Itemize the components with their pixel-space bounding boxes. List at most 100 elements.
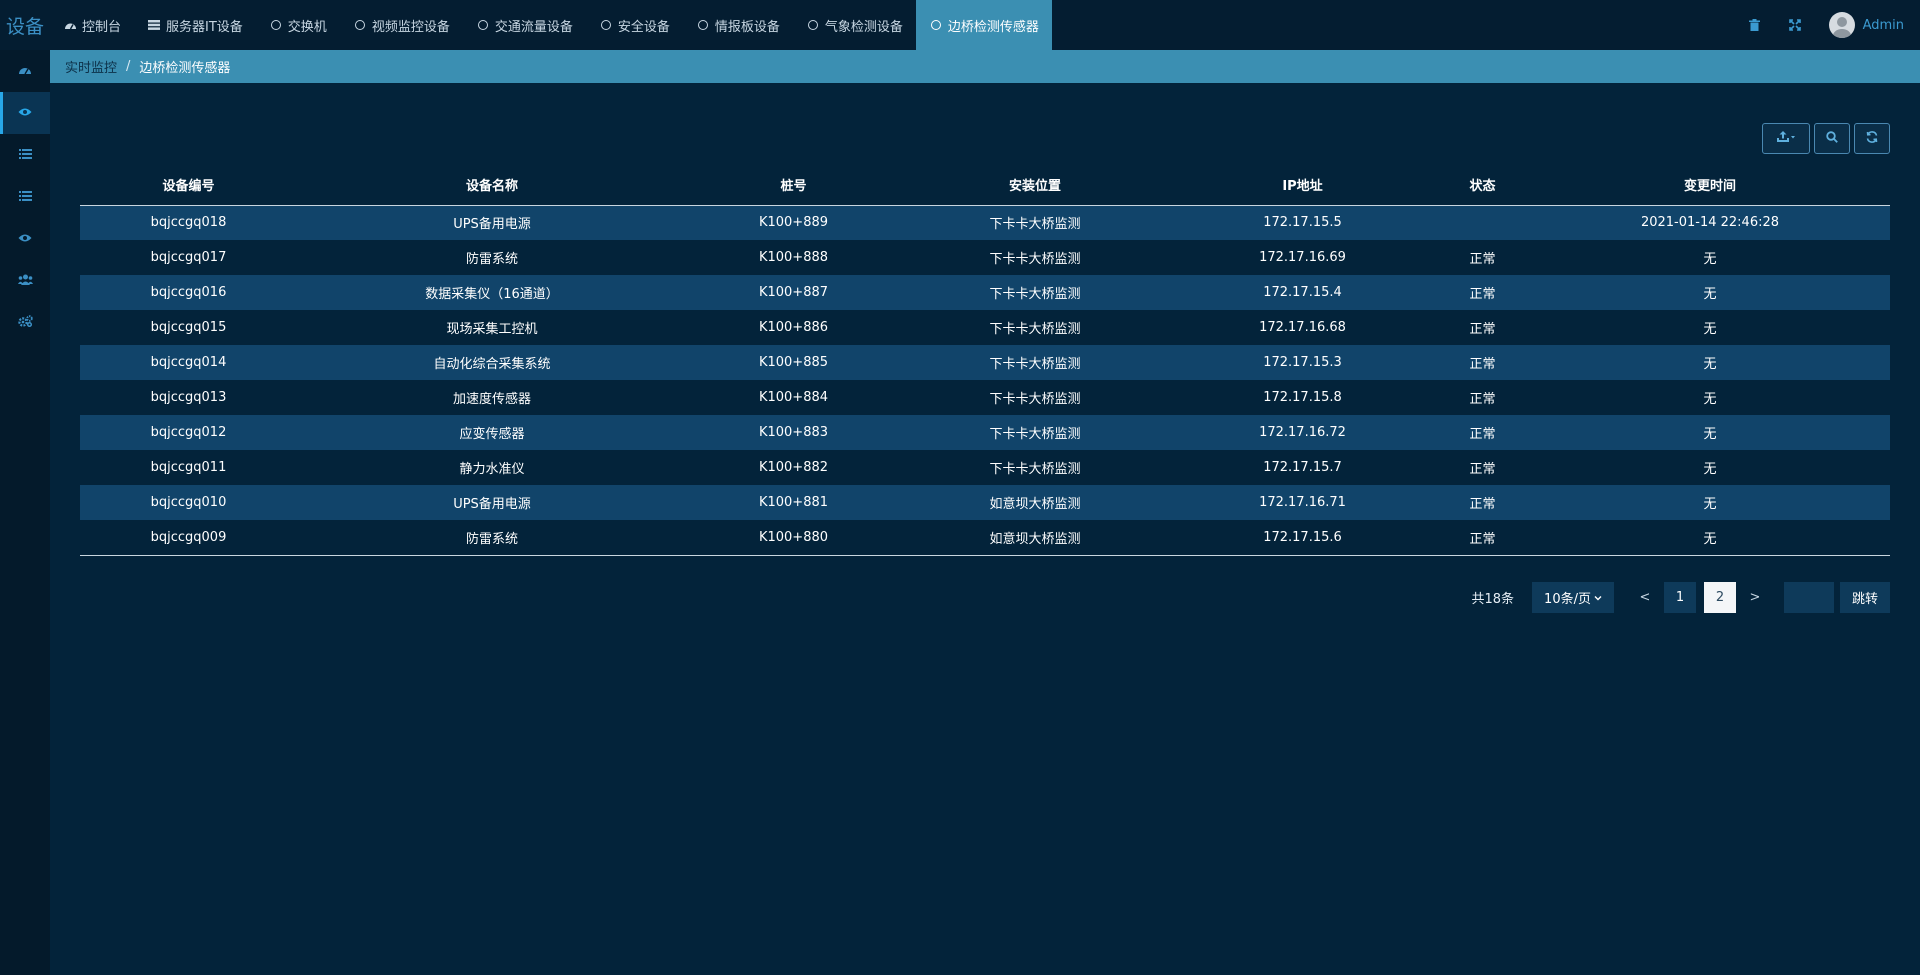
refresh-icon — [1866, 130, 1878, 147]
tab-traffic-flow[interactable]: 交通流量设备 — [463, 0, 586, 50]
tab-security[interactable]: 安全设备 — [586, 0, 683, 50]
cell-status — [1435, 205, 1530, 240]
cell-stake-no: K100+880 — [687, 520, 900, 556]
column-header[interactable]: 状态 — [1435, 165, 1530, 206]
tab-label: 控制台 — [82, 19, 122, 35]
fullscreen-icon[interactable] — [1775, 19, 1815, 31]
column-header[interactable]: 安装位置 — [900, 165, 1170, 206]
cell-change-time: 2021-01-14 22:46:28 — [1640, 215, 1780, 231]
top-right-actions: Admin — [1735, 0, 1920, 50]
sidebar-item-view[interactable] — [0, 218, 50, 260]
tab-label: 视频监控设备 — [371, 19, 450, 35]
tab-bridge-sensor[interactable]: 边桥检测传感器 — [915, 0, 1052, 50]
column-header[interactable]: 设备名称 — [297, 165, 687, 206]
table-row[interactable]: bqjccgq011 静力水准仪 K100+882 下卡卡大桥监测 172.17… — [80, 450, 1890, 485]
sidebar-item-dashboard[interactable] — [0, 50, 50, 92]
jump-button[interactable]: 跳转 — [1839, 582, 1890, 613]
jump-page-input[interactable] — [1783, 582, 1834, 613]
cell-location: 下卡卡大桥监测 — [989, 252, 1081, 267]
cell-device-id: bqjccgq014 — [150, 355, 227, 370]
cell-change-time: 无 — [1703, 427, 1717, 442]
cell-stake-no: K100+887 — [758, 285, 829, 300]
page-size-value: 10条/页 — [1544, 592, 1591, 607]
page-button-2[interactable]: 2 — [1703, 582, 1736, 613]
sidebar-item-realtime-monitor[interactable] — [0, 92, 50, 134]
table-row[interactable]: bqjccgq017 防雷系统 K100+888 下卡卡大桥监测 172.17.… — [80, 240, 1890, 275]
eye-icon — [18, 232, 32, 247]
table-row[interactable]: bqjccgq012 应变传感器 K100+883 下卡卡大桥监测 172.17… — [80, 415, 1890, 450]
table-row[interactable]: bqjccgq015 现场采集工控机 K100+886 下卡卡大桥监测 172.… — [80, 310, 1890, 345]
cell-device-name: UPS备用电源 — [453, 497, 531, 512]
circle-icon — [696, 18, 710, 32]
table-toolbar — [1758, 123, 1890, 154]
cell-status: 正常 — [1435, 520, 1530, 556]
breadcrumb-root[interactable]: 实时监控 — [65, 57, 117, 76]
export-button[interactable] — [1762, 123, 1810, 154]
table-row[interactable]: bqjccgq014 自动化综合采集系统 K100+885 下卡卡大桥监测 17… — [80, 345, 1890, 380]
next-page-button[interactable]: > — [1740, 590, 1770, 605]
table-row[interactable]: bqjccgq018 UPS备用电源 K100+889 下卡卡大桥监测 172.… — [80, 205, 1890, 240]
cell-device-id: bqjccgq009 — [80, 520, 297, 556]
cell-location: 下卡卡大桥监测 — [989, 287, 1081, 302]
column-header[interactable]: 设备编号 — [80, 165, 297, 206]
tab-info-board[interactable]: 情报板设备 — [683, 0, 793, 50]
cell-stake-no: K100+885 — [758, 355, 829, 370]
cell-change-time: 无 — [1530, 520, 1890, 556]
cell-status: 正常 — [1469, 357, 1496, 372]
list-icon — [18, 148, 32, 163]
tab-label: 情报板设备 — [714, 19, 780, 35]
username[interactable]: Admin — [1863, 18, 1904, 33]
cell-device-name: 防雷系统 — [465, 252, 518, 267]
column-header[interactable]: 桩号 — [687, 165, 900, 206]
tab-weather[interactable]: 气象检测设备 — [793, 0, 916, 50]
cell-device-id: bqjccgq013 — [150, 390, 227, 405]
cell-device-id: bqjccgq015 — [150, 320, 227, 335]
table-row[interactable]: bqjccgq010 UPS备用电源 K100+881 如意坝大桥监测 172.… — [80, 485, 1890, 520]
sidebar-item-settings[interactable] — [0, 302, 50, 344]
cell-stake-no: K100+883 — [758, 425, 829, 440]
refresh-button[interactable] — [1854, 123, 1890, 154]
cell-device-name: 加速度传感器 — [452, 392, 531, 407]
page-size-select[interactable]: 10条/页 — [1532, 582, 1614, 613]
prev-page-button[interactable]: < — [1630, 590, 1660, 605]
column-header[interactable]: IP地址 — [1170, 165, 1435, 206]
tab-switch[interactable]: 交换机 — [256, 0, 340, 50]
cell-status: 正常 — [1469, 252, 1496, 267]
cell-status: 正常 — [1469, 392, 1496, 407]
avatar[interactable] — [1828, 12, 1855, 38]
search-button[interactable] — [1814, 123, 1850, 154]
cell-ip: 172.17.15.4 — [1263, 285, 1342, 300]
cell-stake-no: K100+889 — [758, 215, 829, 231]
page-button-1[interactable]: 1 — [1663, 582, 1696, 613]
tab-dashboard[interactable]: 控制台 — [50, 0, 134, 50]
circle-icon — [269, 18, 283, 32]
cell-device-name: 防雷系统 — [297, 520, 687, 556]
sidebar — [0, 50, 50, 975]
circle-icon — [806, 18, 820, 32]
table-row[interactable]: bqjccgq009 防雷系统 K100+880 如意坝大桥监测 172.17.… — [80, 520, 1890, 556]
sidebar-item-list-2[interactable] — [0, 176, 50, 218]
cell-stake-no: K100+886 — [758, 320, 829, 335]
column-header[interactable]: 变更时间 — [1530, 165, 1890, 206]
table-row[interactable]: bqjccgq013 加速度传感器 K100+884 下卡卡大桥监测 172.1… — [80, 380, 1890, 415]
tab-video-monitoring[interactable]: 视频监控设备 — [340, 0, 463, 50]
tab-bar: 控制台 服务器IT设备 交换机 视频监控设备 交通流量设备 安全设备 情报板设备 — [50, 0, 1052, 50]
cell-location: 下卡卡大桥监测 — [989, 357, 1081, 372]
pagination: 共18条 10条/页 < 1 2 > 跳转 — [1472, 582, 1890, 613]
cell-location: 下卡卡大桥监测 — [989, 462, 1081, 477]
table-row[interactable]: bqjccgq016 数据采集仪（16通道） K100+887 下卡卡大桥监测 … — [80, 275, 1890, 310]
cell-change-time: 无 — [1703, 357, 1717, 372]
cell-stake-no: K100+888 — [758, 250, 829, 265]
cell-change-time: 无 — [1703, 322, 1717, 337]
cell-device-id: bqjccgq012 — [150, 425, 227, 440]
trash-icon[interactable] — [1735, 19, 1775, 31]
cell-device-id: bqjccgq016 — [150, 285, 227, 300]
sidebar-item-users[interactable] — [0, 260, 50, 302]
eye-icon — [18, 106, 32, 121]
cell-ip: 172.17.15.3 — [1263, 355, 1342, 370]
tab-server-it[interactable]: 服务器IT设备 — [134, 0, 256, 50]
sidebar-item-list-1[interactable] — [0, 134, 50, 176]
cell-stake-no: K100+884 — [758, 390, 829, 405]
search-icon — [1826, 130, 1838, 147]
table-header-row: 设备编号 设备名称 桩号 安装位置 IP地址 状态 变更时间 — [80, 165, 1890, 206]
